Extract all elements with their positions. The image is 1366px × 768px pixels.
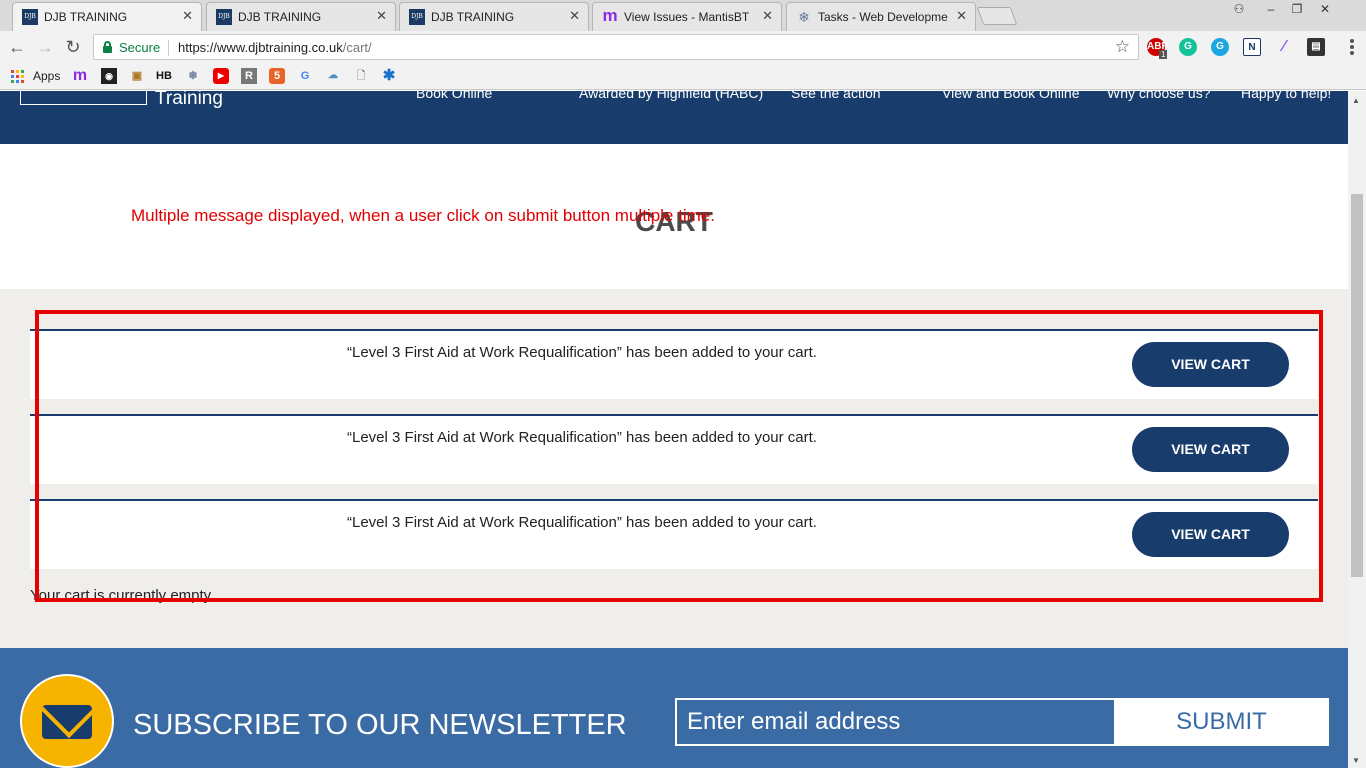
bug-annotation-text: Multiple message displayed, when a user …	[131, 206, 715, 225]
tasks-favicon-icon: ❄	[798, 9, 810, 25]
r-bookmark-icon[interactable]: R	[241, 68, 257, 84]
site-header: Training Book Online Awarded by Highfiel…	[0, 91, 1348, 144]
newsletter-submit-button[interactable]: SUBMIT	[1114, 698, 1329, 746]
bookmark-star-icon[interactable]: ☆	[1115, 37, 1130, 57]
address-bar[interactable]: Secure https://www.djbtraining.co.uk/car…	[93, 34, 1139, 60]
nav-link-book-online[interactable]: Book Online	[416, 91, 492, 101]
box-bookmark-icon[interactable]: ▣	[129, 68, 145, 84]
scroll-up-arrow-icon[interactable]: ▲	[1352, 96, 1360, 105]
forward-arrow-icon[interactable]: →	[34, 36, 56, 58]
site-logo[interactable]	[20, 91, 147, 105]
lock-icon	[103, 41, 112, 53]
url-text[interactable]: https://www.djbtraining.co.uk/cart/	[178, 40, 372, 55]
window-controls: ⚇ – ❐ ✕	[1226, 0, 1366, 20]
reload-icon[interactable]: ↻	[62, 36, 84, 58]
address-separator	[168, 40, 169, 56]
google-bookmark-icon[interactable]: G	[297, 68, 313, 84]
adblock-badge: 1	[1159, 50, 1168, 59]
browser-tab-strip: DJB DJB TRAINING ✕ DJB DJB TRAINING ✕ DJ…	[0, 0, 1366, 31]
close-icon[interactable]: ✕	[956, 8, 967, 24]
nav-link-why-choose[interactable]: Why choose us?	[1107, 91, 1211, 101]
extension-g-icon[interactable]: G	[1211, 38, 1229, 56]
profile-icon[interactable]: ⚇	[1226, 0, 1252, 18]
browser-toolbar: ← → ↻ Secure https://www.djbtraining.co.…	[0, 31, 1366, 63]
djb-favicon-icon: DJB	[22, 9, 38, 25]
page-title-band: CART Multiple message displayed, when a …	[0, 144, 1348, 289]
film-extension-icon[interactable]: ▤	[1307, 38, 1325, 56]
browser-tab[interactable]: m View Issues - MantisBT ✕	[592, 2, 782, 31]
orange-bookmark-icon[interactable]: 5	[269, 68, 285, 84]
browser-tab[interactable]: DJB DJB TRAINING ✕	[206, 2, 396, 31]
browser-tab[interactable]: ❄ Tasks - Web Developmen ✕	[786, 2, 976, 31]
snowflake-bookmark-icon[interactable]: ❄	[185, 68, 201, 84]
pen-extension-icon[interactable]: ⁄	[1275, 38, 1293, 56]
browser-menu-icon[interactable]	[1350, 39, 1354, 57]
newsletter-section: SUBSCRIBE TO OUR NEWSLETTER SUBMIT	[0, 648, 1348, 768]
nav-link-see-action[interactable]: See the action	[791, 91, 881, 101]
newsletter-title: SUBSCRIBE TO OUR NEWSLETTER	[133, 709, 627, 741]
cloud-bookmark-icon[interactable]: ☁	[325, 68, 341, 84]
bookmark-dark-icon[interactable]: ◉	[101, 68, 117, 84]
youtube-bookmark-icon[interactable]: ▶	[213, 68, 229, 84]
scroll-down-arrow-icon[interactable]: ▼	[1352, 756, 1360, 765]
grammarly-icon[interactable]: G	[1179, 38, 1197, 56]
tab-title: Tasks - Web Developmen	[818, 10, 948, 24]
annotation-highlight-box	[35, 310, 1323, 602]
gear-bookmark-icon[interactable]: ✱	[381, 68, 397, 84]
mantis-favicon-icon: m	[602, 6, 618, 25]
envelope-icon	[42, 705, 92, 739]
apps-grid-icon[interactable]	[11, 70, 24, 83]
hb-bookmark-icon[interactable]: HB	[156, 68, 172, 84]
scrollbar-thumb[interactable]	[1351, 194, 1363, 577]
nav-link-awarded[interactable]: Awarded by Highfield (HABC)	[579, 91, 763, 101]
tab-title: DJB TRAINING	[44, 10, 128, 24]
cart-area: “Level 3 First Aid at Work Requalificati…	[0, 289, 1348, 648]
close-window-icon[interactable]: ✕	[1312, 0, 1338, 18]
restore-icon[interactable]: ❐	[1284, 0, 1310, 18]
new-tab-button[interactable]	[976, 7, 1018, 25]
nav-link-happy-help[interactable]: Happy to help!	[1241, 91, 1331, 101]
bookmarks-bar: Apps m ◉ ▣ HB ❄ ▶ R 5 G ☁ 🗋 ✱	[0, 63, 1366, 90]
close-icon[interactable]: ✕	[762, 8, 773, 24]
browser-tab[interactable]: DJB DJB TRAINING ✕	[12, 2, 202, 31]
back-arrow-icon[interactable]: ←	[6, 36, 28, 58]
secure-label: Secure	[119, 40, 161, 55]
newsletter-badge	[20, 674, 114, 768]
extension-n-icon[interactable]: N	[1243, 38, 1261, 56]
page-scrollbar[interactable]: ▲ ▼	[1348, 91, 1366, 768]
djb-favicon-icon: DJB	[409, 9, 425, 25]
close-icon[interactable]: ✕	[376, 8, 387, 24]
tab-title: DJB TRAINING	[431, 10, 515, 24]
browser-tab[interactable]: DJB DJB TRAINING ✕	[399, 2, 589, 31]
minimize-icon[interactable]: –	[1258, 0, 1284, 18]
tab-title: DJB TRAINING	[238, 10, 322, 24]
close-icon[interactable]: ✕	[569, 8, 580, 24]
nav-link-view-book[interactable]: View and Book Online	[942, 91, 1080, 101]
mantis-bookmark-icon[interactable]: m	[72, 68, 88, 84]
apps-label[interactable]: Apps	[33, 69, 60, 83]
close-icon[interactable]: ✕	[182, 8, 193, 24]
tab-title: View Issues - MantisBT	[624, 10, 750, 24]
logo-text[interactable]: Training	[155, 91, 223, 110]
djb-favicon-icon: DJB	[216, 9, 232, 25]
newsletter-email-input[interactable]	[675, 698, 1116, 746]
page-bookmark-icon[interactable]: 🗋	[353, 68, 369, 84]
